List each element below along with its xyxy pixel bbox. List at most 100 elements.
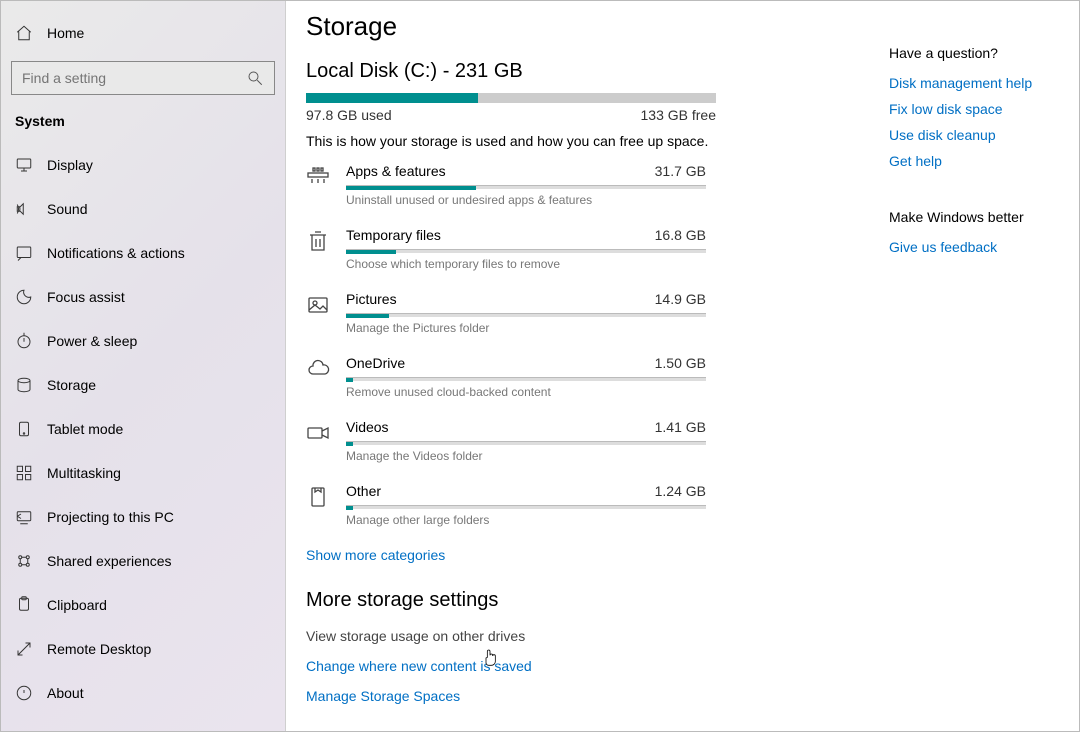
used-label: 97.8 GB used — [306, 107, 392, 123]
home-button[interactable]: Home — [1, 11, 285, 55]
category-body: Other 1.24 GB Manage other large folders — [346, 483, 706, 527]
page-title: Storage — [306, 11, 869, 42]
category-name: Videos — [346, 419, 389, 435]
category-icon — [306, 165, 330, 189]
sidebar-item-display[interactable]: Display — [1, 143, 285, 187]
home-label: Home — [47, 25, 84, 41]
nav-label: Focus assist — [47, 289, 125, 305]
category-body: Videos 1.41 GB Manage the Videos folder — [346, 419, 706, 463]
sidebar-item-storage[interactable]: Storage — [1, 363, 285, 407]
nav-label: Notifications & actions — [47, 245, 185, 261]
category-size: 1.41 GB — [655, 419, 706, 435]
search-input[interactable] — [22, 70, 246, 86]
category-size: 16.8 GB — [655, 227, 706, 243]
help-link[interactable]: Use disk cleanup — [889, 127, 1063, 143]
sidebar-item-projecting-to-this-pc[interactable]: Projecting to this PC — [1, 495, 285, 539]
category-name: Temporary files — [346, 227, 441, 243]
nav-icon — [15, 288, 33, 306]
sidebar-item-remote-desktop[interactable]: Remote Desktop — [1, 627, 285, 671]
disk-title: Local Disk (C:) - 231 GB — [306, 60, 869, 83]
category-name: Pictures — [346, 291, 397, 307]
category-hint: Manage other large folders — [346, 513, 706, 527]
category-name: Apps & features — [346, 163, 446, 179]
more-settings-link[interactable]: Change where new content is saved — [306, 658, 869, 674]
storage-category[interactable]: Temporary files16.8 GBChoose which tempo… — [306, 227, 869, 271]
category-body: Apps & features 31.7 GB Uninstall unused o… — [346, 163, 706, 207]
feedback-link[interactable]: Give us feedback — [889, 239, 997, 255]
sidebar-item-focus-assist[interactable]: Focus assist — [1, 275, 285, 319]
sidebar-item-power-sleep[interactable]: Power & sleep — [1, 319, 285, 363]
nav-icon — [15, 376, 33, 394]
sidebar-item-sound[interactable]: Sound — [1, 187, 285, 231]
nav-label: Tablet mode — [47, 421, 123, 437]
category-hint: Uninstall unused or undesired apps & fea… — [346, 193, 706, 207]
nav-icon — [15, 420, 33, 438]
nav-label: Sound — [47, 201, 87, 217]
nav-label: Projecting to this PC — [47, 509, 174, 525]
category-size: 31.7 GB — [655, 163, 706, 179]
disk-usage-bar — [306, 93, 716, 103]
nav-icon — [15, 156, 33, 174]
make-better-title: Make Windows better — [889, 209, 1063, 225]
storage-category[interactable]: Pictures 14.9 GB Manage the Pictures folde… — [306, 291, 869, 335]
nav-icon — [15, 552, 33, 570]
category-bar — [346, 249, 706, 253]
category-bar — [346, 441, 706, 445]
storage-category[interactable]: Other 1.24 GB Manage other large folders — [306, 483, 869, 527]
storage-category[interactable]: OneDrive1.50 GBRemove unused cloud-backe… — [306, 355, 869, 399]
storage-description: This is how your storage is used and how… — [306, 133, 869, 149]
category-name: OneDrive — [346, 355, 405, 371]
storage-category[interactable]: Apps & features 31.7 GB Uninstall unused o… — [306, 163, 869, 207]
sidebar-item-multitasking[interactable]: Multitasking — [1, 451, 285, 495]
storage-category[interactable]: Videos 1.41 GB Manage the Videos folder — [306, 419, 869, 463]
nav-icon — [15, 640, 33, 658]
category-icon — [306, 293, 330, 317]
help-link[interactable]: Disk management help — [889, 75, 1063, 91]
sidebar-item-about[interactable]: About — [1, 671, 285, 715]
nav-icon — [15, 332, 33, 350]
category-bar — [346, 185, 706, 189]
category-name: Other — [346, 483, 381, 499]
category-hint: Manage the Pictures folder — [346, 321, 706, 335]
category-body: Temporary files16.8 GBChoose which tempo… — [346, 227, 706, 271]
sidebar-item-clipboard[interactable]: Clipboard — [1, 583, 285, 627]
category-icon — [306, 485, 330, 509]
more-settings-link[interactable]: View storage usage on other drives — [306, 628, 869, 644]
nav-icon — [15, 508, 33, 526]
nav-icon — [15, 684, 33, 702]
help-link[interactable]: Get help — [889, 153, 1063, 169]
nav-icon — [15, 244, 33, 262]
sidebar-section-system: System — [1, 107, 285, 143]
category-hint: Manage the Videos folder — [346, 449, 706, 463]
more-settings-link[interactable]: Manage Storage Spaces — [306, 688, 869, 704]
category-body: OneDrive1.50 GBRemove unused cloud-backe… — [346, 355, 706, 399]
content-area: Storage Local Disk (C:) - 231 GB 97.8 GB… — [286, 5, 889, 731]
main-area: Storage Local Disk (C:) - 231 GB 97.8 GB… — [286, 1, 1079, 731]
search-box[interactable] — [11, 61, 275, 95]
category-body: Pictures 14.9 GB Manage the Pictures folde… — [346, 291, 706, 335]
sidebar-item-shared-experiences[interactable]: Shared experiences — [1, 539, 285, 583]
category-icon — [306, 357, 330, 381]
help-link[interactable]: Fix low disk space — [889, 101, 1063, 117]
settings-sidebar: Home System Display Sound Notifications & … — [1, 1, 286, 731]
sidebar-item-notifications-actions[interactable]: Notifications & actions — [1, 231, 285, 275]
home-icon — [15, 24, 33, 42]
nav-label: About — [47, 685, 84, 701]
more-settings-header: More storage settings — [306, 589, 869, 612]
category-bar — [346, 505, 706, 509]
category-size: 1.24 GB — [655, 483, 706, 499]
nav-label: Shared experiences — [47, 553, 172, 569]
nav-label: Power & sleep — [47, 333, 137, 349]
category-bar — [346, 313, 706, 317]
disk-usage-fill — [306, 93, 478, 103]
category-icon — [306, 229, 330, 253]
nav-label: Remote Desktop — [47, 641, 151, 657]
nav-label: Storage — [47, 377, 96, 393]
category-size: 14.9 GB — [655, 291, 706, 307]
show-more-categories-link[interactable]: Show more categories — [306, 547, 445, 563]
free-label: 133 GB free — [641, 107, 717, 123]
nav-label: Clipboard — [47, 597, 107, 613]
sidebar-item-tablet-mode[interactable]: Tablet mode — [1, 407, 285, 451]
nav-label: Display — [47, 157, 93, 173]
nav-icon — [15, 200, 33, 218]
